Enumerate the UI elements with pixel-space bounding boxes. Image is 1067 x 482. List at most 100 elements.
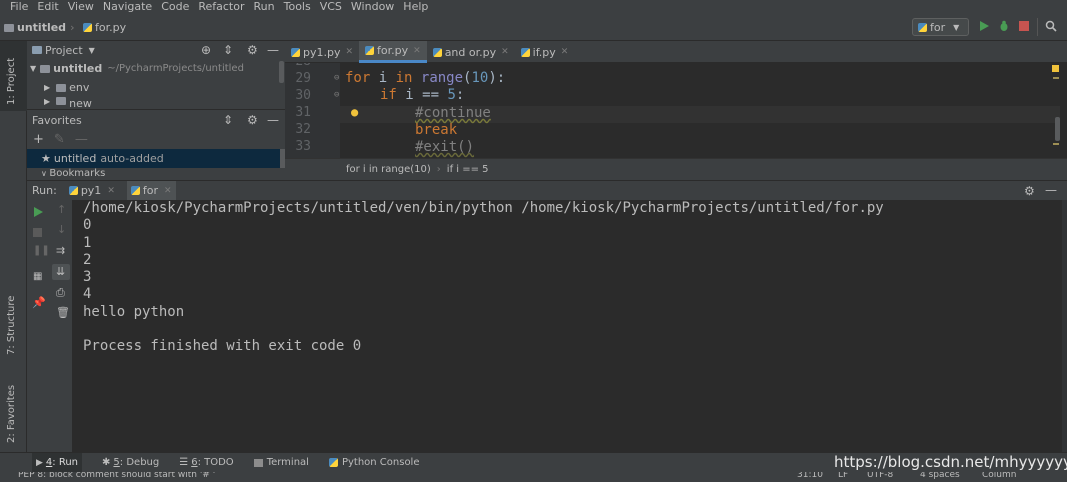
add-icon[interactable]: + xyxy=(33,132,44,147)
gear-icon[interactable]: ⚙ xyxy=(1024,184,1035,198)
editor-tab-and-or[interactable]: and or.py ✕ xyxy=(427,41,515,63)
menu-tools[interactable]: Tools xyxy=(284,1,311,13)
print-icon[interactable]: ⎙ xyxy=(56,286,65,300)
scroll-to-end-toggle[interactable]: ⇊ xyxy=(52,264,70,280)
status-column[interactable]: Column xyxy=(982,472,1016,480)
menu-help[interactable]: Help xyxy=(403,1,428,13)
close-icon[interactable]: ✕ xyxy=(501,47,509,57)
project-panel-header: Project ▼ ⊕ ⇕ ⚙ — xyxy=(27,41,285,59)
tree-node-env[interactable]: ▶ env xyxy=(27,78,285,97)
breadcrumb-item[interactable]: if i == 5 xyxy=(447,164,489,175)
left-tool-stripe: 1: Project 7: Structure 2: Favorites xyxy=(0,41,27,452)
error-stripe-mark[interactable] xyxy=(1053,143,1059,145)
menu-edit[interactable]: Edit xyxy=(37,1,58,13)
menu-bar: File Edit View Navigate Code Refactor Ru… xyxy=(0,0,1067,14)
fold-icon[interactable]: ⊖ xyxy=(334,90,339,100)
expand-right-icon: ▶ xyxy=(44,83,51,92)
edit-icon[interactable]: ✎ xyxy=(54,132,65,147)
editor-tab-for[interactable]: for.py ✕ xyxy=(359,41,427,63)
search-icon[interactable] xyxy=(1045,20,1057,32)
arrow-down-icon[interactable]: ↓ xyxy=(57,223,66,236)
tree-node-label: env xyxy=(69,81,90,94)
tree-node-root[interactable]: ▼ untitled ~/PycharmProjects/untitled xyxy=(27,59,285,78)
rerun-icon[interactable] xyxy=(33,207,43,217)
nav-crumb-file[interactable]: for.py xyxy=(83,21,126,34)
status-position[interactable]: 31:10 xyxy=(797,472,823,480)
close-icon[interactable]: ✕ xyxy=(345,47,353,57)
project-scrollbar[interactable] xyxy=(279,61,284,83)
tool-label: : Run xyxy=(52,457,79,468)
close-icon[interactable]: ✕ xyxy=(107,186,115,196)
line-number: 28 xyxy=(289,63,311,69)
code-line-29: for i in range(10): xyxy=(345,70,506,86)
run-tab-for[interactable]: for ✕ xyxy=(126,180,176,201)
run-icon[interactable] xyxy=(978,20,990,32)
inspection-marker[interactable] xyxy=(1052,65,1059,72)
status-encoding[interactable]: UTF-8 xyxy=(867,472,893,480)
pin-icon[interactable]: 📌 xyxy=(32,296,46,309)
arrow-up-icon[interactable]: ↑ xyxy=(57,203,66,216)
layout-icon[interactable]: ▦ xyxy=(33,271,42,282)
menu-file[interactable]: File xyxy=(10,1,28,13)
menu-refactor[interactable]: Refactor xyxy=(198,1,244,13)
console-line: 2 xyxy=(83,251,92,268)
menu-navigate[interactable]: Navigate xyxy=(103,1,152,13)
close-icon[interactable]: ✕ xyxy=(413,46,421,56)
collapse-icon[interactable]: ⇕ xyxy=(223,43,233,57)
run-tab-py1[interactable]: py1 ✕ xyxy=(65,181,119,201)
locate-icon[interactable]: ⊕ xyxy=(201,43,211,57)
line-number: 33 xyxy=(295,139,311,154)
favorites-bookmarks-node[interactable]: ∨ Bookmarks xyxy=(27,168,285,180)
remove-icon[interactable]: — xyxy=(75,132,88,147)
favorites-tool-tab[interactable]: 2: Favorites xyxy=(0,369,27,449)
favorites-item-untitled[interactable]: ★ untitled auto-added xyxy=(27,149,285,168)
terminal-icon xyxy=(253,458,263,467)
hide-icon[interactable]: — xyxy=(1045,183,1057,197)
nav-project-label: untitled xyxy=(17,21,67,34)
editor-scrollbar[interactable] xyxy=(1055,117,1060,141)
trash-icon[interactable]: 🗑 xyxy=(56,306,70,319)
pause-icon[interactable]: ❚❚ xyxy=(33,245,50,256)
hide-icon[interactable]: — xyxy=(267,43,279,57)
tree-root-path: ~/PycharmProjects/untitled xyxy=(107,63,244,74)
chevron-down-icon[interactable]: ▼ xyxy=(89,46,95,55)
editor-tab-if[interactable]: if.py ✕ xyxy=(515,41,575,63)
soft-wrap-icon[interactable]: ⇉ xyxy=(56,244,65,257)
close-icon[interactable]: ✕ xyxy=(561,47,569,57)
tool-python-console[interactable]: Python Console xyxy=(328,457,420,468)
menu-run[interactable]: Run xyxy=(254,1,275,13)
tree-node-new[interactable]: ▶ new xyxy=(27,97,285,109)
menu-vcs[interactable]: VCS xyxy=(320,1,342,13)
project-panel-title[interactable]: Project xyxy=(45,44,83,57)
tool-todo[interactable]: ☰ 6: TODO xyxy=(179,457,233,468)
stop-icon[interactable] xyxy=(33,228,42,237)
run-console[interactable]: /home/kiosk/PycharmProjects/untitled/ven… xyxy=(73,200,1062,452)
project-tool-tab[interactable]: 1: Project xyxy=(0,41,27,111)
status-line-separator[interactable]: LF xyxy=(838,472,848,480)
lightbulb-icon[interactable]: ● xyxy=(351,105,358,119)
hide-icon[interactable]: — xyxy=(267,113,279,127)
tool-debug[interactable]: ✱ 5: Debug xyxy=(102,457,159,468)
gear-icon[interactable]: ⚙ xyxy=(247,43,258,57)
gear-icon[interactable]: ⚙ xyxy=(247,113,258,127)
collapse-icon[interactable]: ⇕ xyxy=(223,113,233,127)
status-indent[interactable]: 4 spaces xyxy=(920,472,960,480)
fold-icon[interactable]: ⊖ xyxy=(334,73,339,83)
line-number: 30 xyxy=(295,88,311,103)
stop-icon[interactable] xyxy=(1018,20,1030,32)
breadcrumb-item[interactable]: for i in range(10) xyxy=(346,164,431,175)
tool-run[interactable]: ▶ 4: Run xyxy=(32,453,83,472)
menu-window[interactable]: Window xyxy=(351,1,394,13)
close-icon[interactable]: ✕ xyxy=(164,186,172,196)
structure-tool-tab[interactable]: 7: Structure xyxy=(0,281,27,361)
menu-code[interactable]: Code xyxy=(161,1,189,13)
console-scrollbar[interactable] xyxy=(1062,200,1067,452)
menu-view[interactable]: View xyxy=(68,1,94,13)
nav-crumb-project[interactable]: untitled › xyxy=(4,21,78,34)
code-editor[interactable]: 28 29 30 31 32 33 ⊖ ⊖ for i in range(10)… xyxy=(285,63,1067,158)
debug-icon[interactable] xyxy=(998,20,1010,32)
error-stripe-mark[interactable] xyxy=(1053,77,1059,79)
run-config-select[interactable]: for ▼ xyxy=(912,18,969,36)
tool-terminal[interactable]: Terminal xyxy=(253,457,309,468)
editor-tab-py1[interactable]: py1.py ✕ xyxy=(285,41,359,63)
